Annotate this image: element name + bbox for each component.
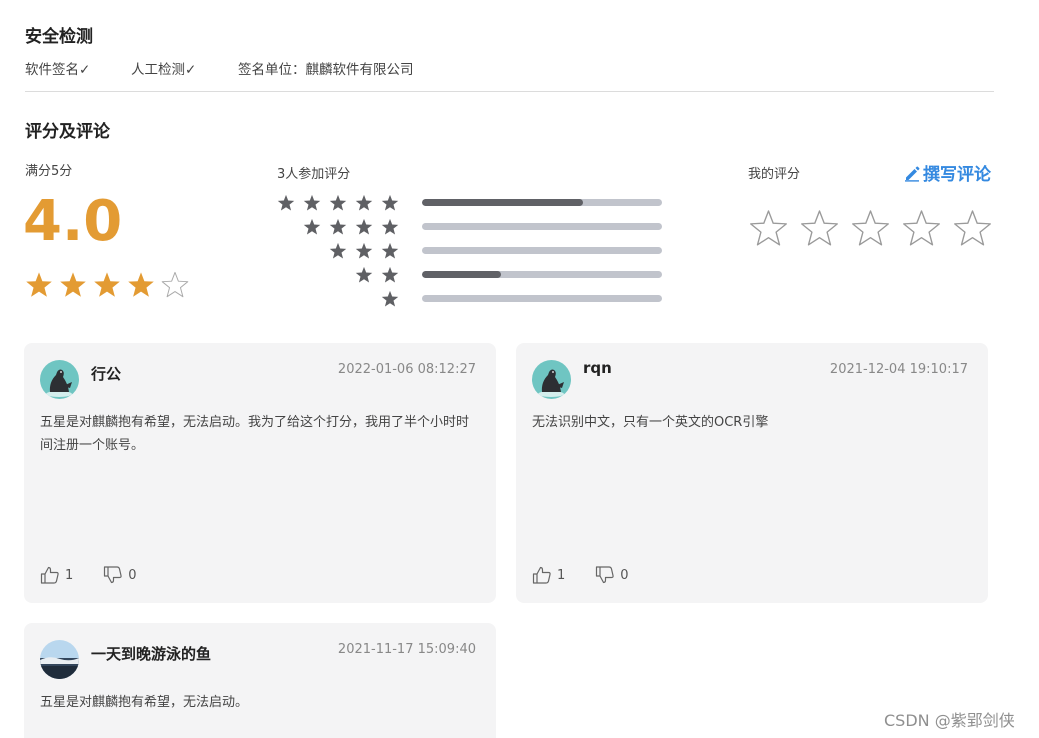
- distribution-stars: [329, 242, 399, 260]
- star-icon: [303, 218, 321, 235]
- star-icon: [329, 194, 347, 211]
- distribution-row-4: [277, 216, 667, 240]
- star-icon: [381, 218, 399, 235]
- star-icon: [381, 290, 399, 307]
- review-date: 2022-01-06 08:12:27: [337, 362, 476, 377]
- participants-label: 3人参加评分: [277, 167, 351, 182]
- distribution-row-1: [277, 288, 667, 312]
- landscape-avatar: [40, 640, 79, 679]
- like-button[interactable]: 1: [40, 566, 73, 584]
- star-icon: [381, 194, 399, 211]
- my-star-rating-input[interactable]: [749, 209, 992, 248]
- star-icon: [355, 266, 373, 283]
- review-card: 一天到晚游泳的鱼 2021-11-17 15:09:40 五星是对麒麟抱有希望，…: [24, 623, 496, 738]
- distribution-row-2: [277, 264, 667, 288]
- thumbs-up-icon: [40, 566, 59, 584]
- thumbs-down-icon: [596, 566, 614, 584]
- filled-star-icon: [128, 272, 154, 297]
- distribution-bar: [422, 199, 662, 206]
- distribution-stars: [355, 266, 399, 284]
- review-votes: 1 0: [40, 566, 167, 584]
- rate-star-4[interactable]: [902, 209, 941, 248]
- filled-star-icon: [26, 272, 52, 297]
- distribution-bar-fill: [422, 271, 502, 278]
- security-title: 安全检测: [25, 27, 93, 47]
- distribution-stars: [277, 194, 399, 212]
- review-date: 2021-11-17 15:09:40: [337, 642, 476, 657]
- distribution-bar: [422, 223, 662, 230]
- star-icon: [381, 242, 399, 259]
- review-card: rqn 2021-12-04 19:10:17 无法识别中文，只有一个英文的OC…: [516, 343, 988, 603]
- thumbs-down-icon: [104, 566, 122, 584]
- reviewer-name: rqn: [583, 359, 612, 377]
- rating-distribution: [277, 192, 667, 312]
- thumbs-up-icon: [532, 566, 551, 584]
- star-icon: [355, 242, 373, 259]
- average-star-rating: [25, 271, 189, 299]
- distribution-bar: [422, 271, 662, 278]
- star-icon: [381, 266, 399, 283]
- distribution-stars: [381, 290, 399, 308]
- filled-star-icon: [60, 272, 86, 297]
- like-button[interactable]: 1: [532, 566, 565, 584]
- empty-star-icon: [161, 271, 189, 298]
- review-date: 2021-12-04 19:10:17: [829, 362, 968, 377]
- star-icon: [355, 194, 373, 211]
- security-items: 软件签名✓ 人工检测✓ 签名单位：麒麟软件有限公司: [25, 58, 414, 78]
- review-text: 无法识别中文，只有一个英文的OCR引擎: [532, 415, 769, 430]
- write-review-label: 撰写评论: [923, 165, 991, 185]
- max-score-label: 满分5分: [25, 164, 73, 179]
- seal-avatar: [532, 360, 571, 399]
- filled-star-icon: [94, 272, 120, 297]
- watermark: CSDN @紫郢剑侠: [884, 711, 1015, 730]
- star-icon: [355, 218, 373, 235]
- dislike-button[interactable]: 0: [595, 566, 629, 584]
- distribution-bar: [422, 247, 662, 254]
- distribution-bar-fill: [422, 199, 583, 206]
- reviewer-name: 行公: [91, 365, 122, 383]
- review-text: 五星是对麒麟抱有希望，无法启动。: [40, 695, 249, 710]
- security-item-signer: 签名单位：麒麟软件有限公司: [238, 62, 414, 78]
- rate-star-2[interactable]: [800, 209, 839, 248]
- distribution-row-3: [277, 240, 667, 264]
- star-icon: [329, 218, 347, 235]
- rate-star-1[interactable]: [749, 209, 788, 248]
- like-count: 1: [557, 567, 566, 583]
- dislike-button[interactable]: 0: [103, 566, 137, 584]
- like-count: 1: [65, 567, 74, 583]
- review-votes: 1 0: [532, 566, 659, 584]
- pencil-icon: [905, 166, 920, 182]
- my-rating-label: 我的评分: [748, 167, 801, 182]
- rate-star-3[interactable]: [851, 209, 890, 248]
- rate-star-5[interactable]: [953, 209, 992, 248]
- distribution-stars: [303, 218, 399, 236]
- review-text: 五星是对麒麟抱有希望，无法启动。我为了给这个打分，我用了半个小时时间注册一个账号…: [40, 415, 470, 453]
- security-item-manual-check: 人工检测✓: [131, 62, 197, 78]
- distribution-row-5: [277, 192, 667, 216]
- write-review-button[interactable]: 撰写评论: [903, 160, 991, 185]
- star-icon: [329, 242, 347, 259]
- reviewer-name: 一天到晚游泳的鱼: [91, 645, 212, 663]
- star-icon: [303, 194, 321, 211]
- average-score: 4.0: [23, 189, 123, 254]
- dislike-count: 0: [620, 567, 629, 583]
- review-card: 行公 2022-01-06 08:12:27 五星是对麒麟抱有希望，无法启动。我…: [24, 343, 496, 603]
- star-icon: [277, 194, 295, 211]
- dislike-count: 0: [128, 567, 137, 583]
- seal-avatar: [40, 360, 79, 399]
- rating-title: 评分及评论: [25, 122, 110, 142]
- security-item-signature: 软件签名✓: [25, 62, 91, 78]
- distribution-bar: [422, 295, 662, 302]
- section-divider: [25, 91, 994, 92]
